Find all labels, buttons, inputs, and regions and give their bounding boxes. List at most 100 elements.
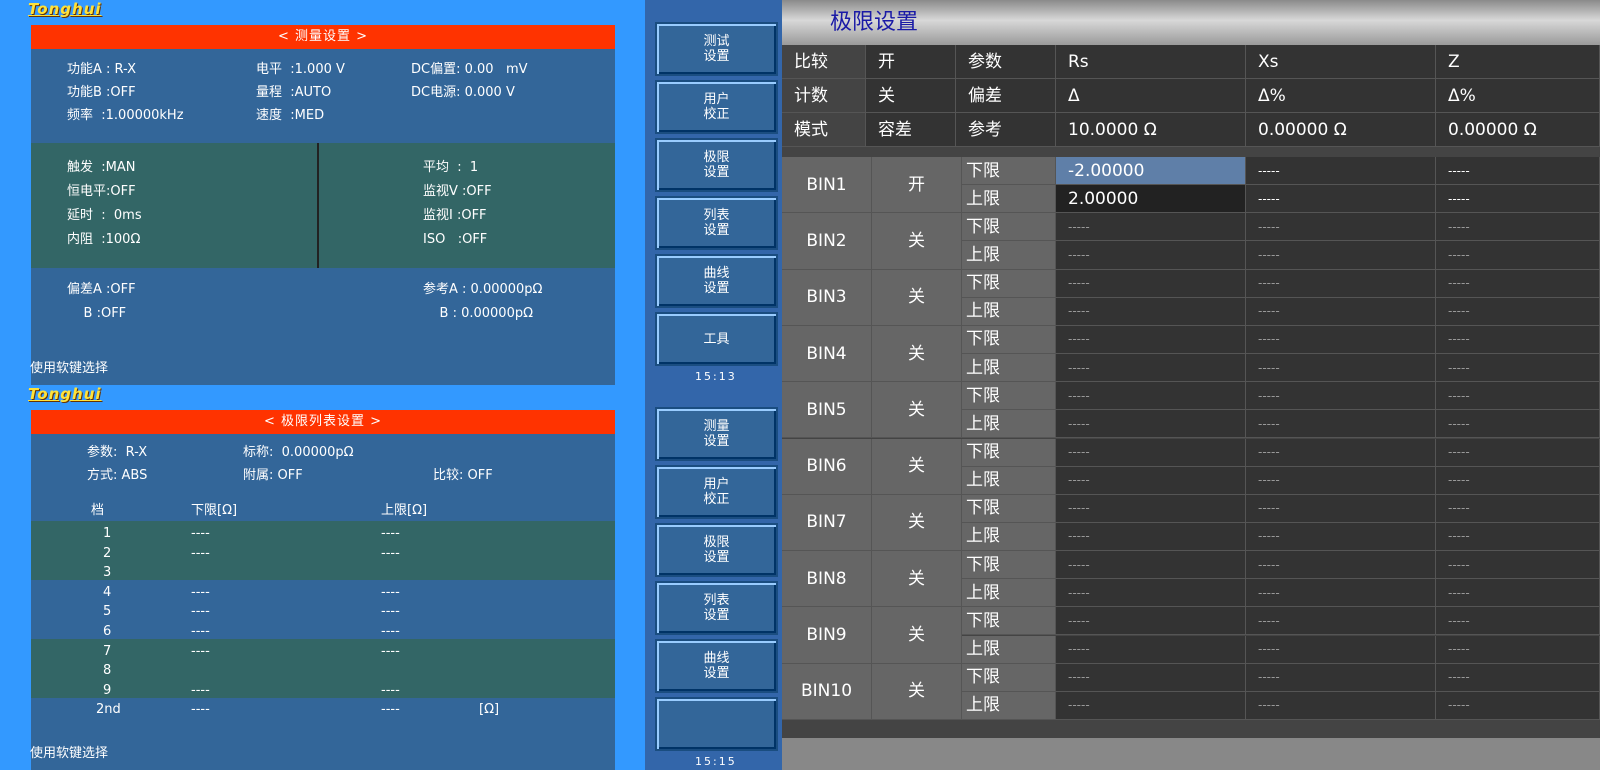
bin-upper-dash[interactable]: ----- bbox=[1436, 691, 1600, 720]
bin-upper-dash[interactable]: ----- bbox=[1436, 579, 1600, 608]
bin-lower-dash[interactable]: ----- bbox=[1246, 438, 1436, 467]
list-cell[interactable]: ---- bbox=[191, 623, 210, 640]
bin-lower-dash[interactable]: ----- bbox=[1436, 438, 1600, 467]
bin-lower-value[interactable]: ----- bbox=[1056, 325, 1246, 354]
softkey-5[interactable]: 曲线 设置 bbox=[655, 639, 778, 693]
softkey-6[interactable]: 工具 bbox=[655, 312, 778, 366]
param-cell[interactable]: Rs bbox=[1056, 45, 1246, 79]
bin-upper-value[interactable]: ----- bbox=[1056, 579, 1246, 608]
bin-lower-dash[interactable]: ----- bbox=[1246, 551, 1436, 580]
bin-lower-dash[interactable]: ----- bbox=[1436, 269, 1600, 298]
softkey-2[interactable]: 用户 校正 bbox=[655, 465, 778, 519]
list-cell[interactable]: ---- bbox=[191, 701, 210, 718]
softkey-6[interactable] bbox=[655, 697, 778, 751]
param-cell[interactable]: 0.00000 Ω bbox=[1436, 113, 1600, 147]
cfg-value[interactable]: 关 bbox=[866, 79, 956, 113]
bin-upper-dash[interactable]: ----- bbox=[1436, 354, 1600, 383]
bin-lower-dash[interactable]: ----- bbox=[1246, 494, 1436, 523]
bin-upper-dash[interactable]: ----- bbox=[1246, 691, 1436, 720]
bin-state[interactable]: 开 bbox=[872, 157, 962, 214]
list-cell[interactable]: ---- bbox=[381, 603, 400, 620]
list-cell[interactable]: ---- bbox=[381, 545, 400, 562]
list-cell[interactable]: ---- bbox=[381, 701, 400, 718]
bin-state[interactable]: 关 bbox=[872, 269, 962, 326]
bin-lower-dash[interactable]: ----- bbox=[1436, 325, 1600, 354]
list-cell[interactable]: ---- bbox=[381, 682, 400, 699]
softkey-4[interactable]: 列表 设置 bbox=[655, 196, 778, 250]
bin-lower-value[interactable]: ----- bbox=[1056, 382, 1246, 411]
bin-upper-dash[interactable]: ----- bbox=[1246, 522, 1436, 552]
bin-state[interactable]: 关 bbox=[872, 551, 962, 608]
bin-upper-value[interactable]: ----- bbox=[1056, 410, 1246, 439]
bin-upper-dash[interactable]: ----- bbox=[1246, 354, 1436, 383]
bin-upper-value[interactable]: ----- bbox=[1056, 522, 1246, 552]
softkey-3[interactable]: 极限 设置 bbox=[655, 138, 778, 192]
bin-upper-dash[interactable]: ----- bbox=[1436, 410, 1600, 439]
list-cell[interactable]: ---- bbox=[381, 525, 400, 542]
bin-lower-dash[interactable]: ----- bbox=[1436, 607, 1600, 636]
cfg-value[interactable]: 开 bbox=[866, 45, 956, 79]
param-cell[interactable]: 0.00000 Ω bbox=[1246, 113, 1436, 147]
bin-upper-dash[interactable]: ----- bbox=[1436, 466, 1600, 495]
bin-upper-value[interactable]: ----- bbox=[1056, 354, 1246, 383]
bin-lower-value[interactable]: ----- bbox=[1056, 551, 1246, 580]
bin-lower-dash[interactable]: ----- bbox=[1436, 494, 1600, 523]
param-cell[interactable]: Δ% bbox=[1246, 79, 1436, 113]
param-cell[interactable]: Xs bbox=[1246, 45, 1436, 79]
bin-lower-dash[interactable]: ----- bbox=[1436, 663, 1600, 692]
list-cell[interactable]: ---- bbox=[191, 545, 210, 562]
bin-upper-dash[interactable]: ----- bbox=[1436, 297, 1600, 326]
bin-lower-dash[interactable]: ----- bbox=[1246, 663, 1436, 692]
bin-lower-value[interactable]: ----- bbox=[1056, 269, 1246, 298]
bin-upper-dash[interactable]: ----- bbox=[1246, 579, 1436, 608]
softkey-1[interactable]: 测量 设置 bbox=[655, 407, 778, 461]
list-cell[interactable]: ---- bbox=[191, 643, 210, 660]
bin-upper-dash[interactable]: ----- bbox=[1436, 185, 1600, 214]
bin-lower-dash[interactable]: ----- bbox=[1436, 213, 1600, 242]
bin-upper-value[interactable]: ----- bbox=[1056, 691, 1246, 720]
bin-upper-dash[interactable]: ----- bbox=[1246, 241, 1436, 270]
bin-upper-value[interactable]: ----- bbox=[1056, 466, 1246, 495]
list-cell[interactable]: ---- bbox=[191, 525, 210, 542]
bin-upper-dash[interactable]: ----- bbox=[1436, 241, 1600, 270]
bin-upper-dash[interactable]: ----- bbox=[1246, 466, 1436, 495]
list-cell[interactable]: ---- bbox=[191, 603, 210, 620]
bin-state[interactable]: 关 bbox=[872, 607, 962, 664]
bin-upper-dash[interactable]: ----- bbox=[1246, 185, 1436, 214]
param-cell[interactable]: Δ bbox=[1056, 79, 1246, 113]
bin-lower-value[interactable]: -2.00000 bbox=[1056, 157, 1246, 186]
bin-lower-dash[interactable]: ----- bbox=[1436, 551, 1600, 580]
bin-upper-dash[interactable]: ----- bbox=[1246, 297, 1436, 326]
bin-upper-value[interactable]: ----- bbox=[1056, 297, 1246, 326]
bin-lower-dash[interactable]: ----- bbox=[1246, 213, 1436, 242]
param-cell[interactable]: 10.0000 Ω bbox=[1056, 113, 1246, 147]
softkey-1[interactable]: 测试 设置 bbox=[655, 22, 778, 76]
softkey-3[interactable]: 极限 设置 bbox=[655, 523, 778, 577]
cfg-value[interactable]: 容差 bbox=[866, 113, 956, 147]
bin-upper-value[interactable]: 2.00000 bbox=[1056, 185, 1246, 214]
list-cell[interactable]: ---- bbox=[191, 584, 210, 601]
bin-lower-dash[interactable]: ----- bbox=[1246, 269, 1436, 298]
bin-state[interactable]: 关 bbox=[872, 213, 962, 270]
bin-lower-dash[interactable]: ----- bbox=[1246, 607, 1436, 636]
bin-upper-dash[interactable]: ----- bbox=[1436, 635, 1600, 664]
bin-lower-value[interactable]: ----- bbox=[1056, 607, 1246, 636]
list-cell[interactable]: ---- bbox=[381, 584, 400, 601]
bin-lower-value[interactable]: ----- bbox=[1056, 213, 1246, 242]
bin-lower-dash[interactable]: ----- bbox=[1436, 157, 1600, 186]
bin-state[interactable]: 关 bbox=[872, 382, 962, 439]
list-cell[interactable]: ---- bbox=[381, 623, 400, 640]
list-cell[interactable]: ---- bbox=[191, 682, 210, 699]
list-cell[interactable]: ---- bbox=[381, 643, 400, 660]
bin-upper-value[interactable]: ----- bbox=[1056, 241, 1246, 270]
bin-lower-dash[interactable]: ----- bbox=[1246, 157, 1436, 186]
param-cell[interactable]: Z bbox=[1436, 45, 1600, 79]
softkey-4[interactable]: 列表 设置 bbox=[655, 581, 778, 635]
bin-lower-dash[interactable]: ----- bbox=[1246, 382, 1436, 411]
bin-lower-value[interactable]: ----- bbox=[1056, 663, 1246, 692]
bin-lower-dash[interactable]: ----- bbox=[1436, 382, 1600, 411]
bin-lower-dash[interactable]: ----- bbox=[1246, 325, 1436, 354]
bin-upper-value[interactable]: ----- bbox=[1056, 635, 1246, 664]
bin-lower-value[interactable]: ----- bbox=[1056, 494, 1246, 523]
bin-upper-dash[interactable]: ----- bbox=[1436, 522, 1600, 552]
